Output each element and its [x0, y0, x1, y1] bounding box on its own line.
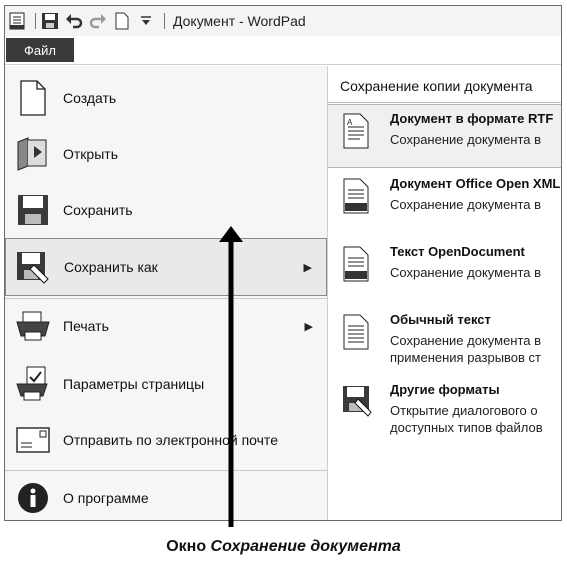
figure-caption: Окно Сохранение документа [0, 538, 567, 556]
caption-prefix: Окно [166, 538, 211, 555]
annotation-arrow [219, 226, 243, 527]
caption-italic: Сохранение документа [210, 538, 401, 555]
